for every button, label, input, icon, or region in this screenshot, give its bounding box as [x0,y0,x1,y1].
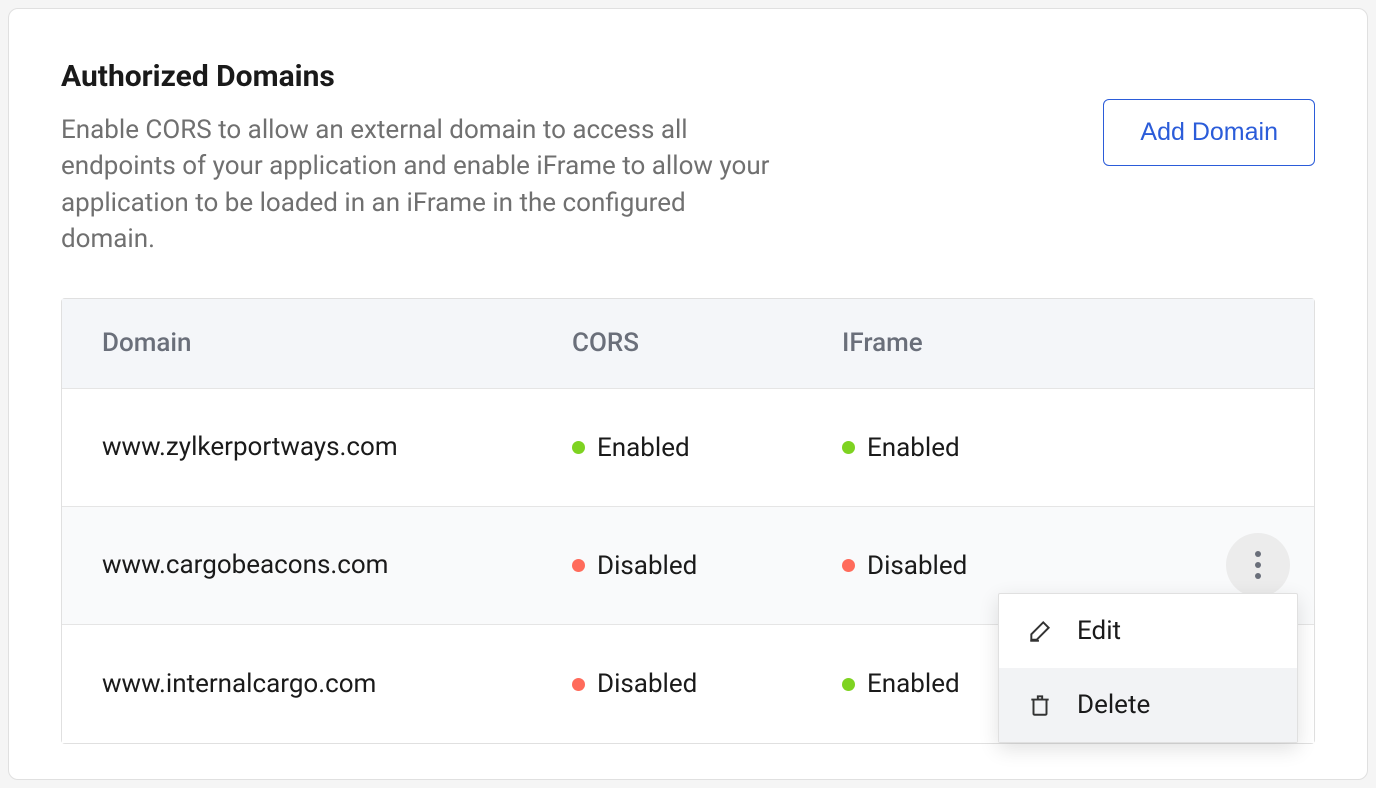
more-vertical-icon [1255,562,1261,568]
domain-cell: www.zylkerportways.com [102,432,572,462]
iframe-cell: Enabled [842,431,1274,463]
domains-table: Domain CORS IFrame www.zylkerportways.co… [61,298,1315,744]
menu-item-edit[interactable]: Edit [999,594,1297,668]
iframe-status-text: Enabled [867,669,960,699]
section-title: Authorized Domains [61,59,781,94]
section-description: Enable CORS to allow an external domain … [61,112,781,258]
cors-cell: Disabled [572,668,842,700]
cors-cell: Enabled [572,431,842,463]
table-header-row: Domain CORS IFrame [62,299,1314,389]
domain-cell: www.internalcargo.com [102,669,572,699]
authorized-domains-card: Authorized Domains Enable CORS to allow … [8,8,1368,780]
trash-icon [1027,692,1053,718]
menu-item-edit-label: Edit [1077,616,1121,646]
more-vertical-icon [1255,573,1261,579]
header-cors: CORS [572,328,842,358]
cors-cell: Disabled [572,549,842,581]
table-row: www.cargobeacons.com Disabled Disabled [62,507,1314,625]
table-row: www.zylkerportways.com Enabled Enabled [62,389,1314,507]
header-text-block: Authorized Domains Enable CORS to allow … [61,59,781,258]
menu-item-delete-label: Delete [1077,690,1150,720]
status-dot-icon [572,441,585,454]
row-actions-menu: Edit Delete [998,593,1298,743]
status-dot-icon [842,441,855,454]
add-domain-button[interactable]: Add Domain [1103,99,1315,166]
iframe-status-text: Enabled [867,433,960,463]
status-dot-icon [572,678,585,691]
cors-status-text: Disabled [597,551,697,581]
status-dot-icon [842,559,855,572]
iframe-status-text: Disabled [867,551,967,581]
cors-status-text: Enabled [597,433,690,463]
menu-item-delete[interactable]: Delete [999,668,1297,742]
cors-status-text: Disabled [597,669,697,699]
header-iframe: IFrame [842,328,1274,358]
iframe-cell: Disabled [842,549,1274,581]
header-domain: Domain [102,328,572,358]
section-header: Authorized Domains Enable CORS to allow … [61,59,1315,258]
edit-icon [1027,618,1053,644]
status-dot-icon [842,678,855,691]
status-dot-icon [572,559,585,572]
domain-cell: www.cargobeacons.com [102,550,572,580]
more-vertical-icon [1255,551,1261,557]
row-actions-button[interactable] [1226,533,1290,597]
